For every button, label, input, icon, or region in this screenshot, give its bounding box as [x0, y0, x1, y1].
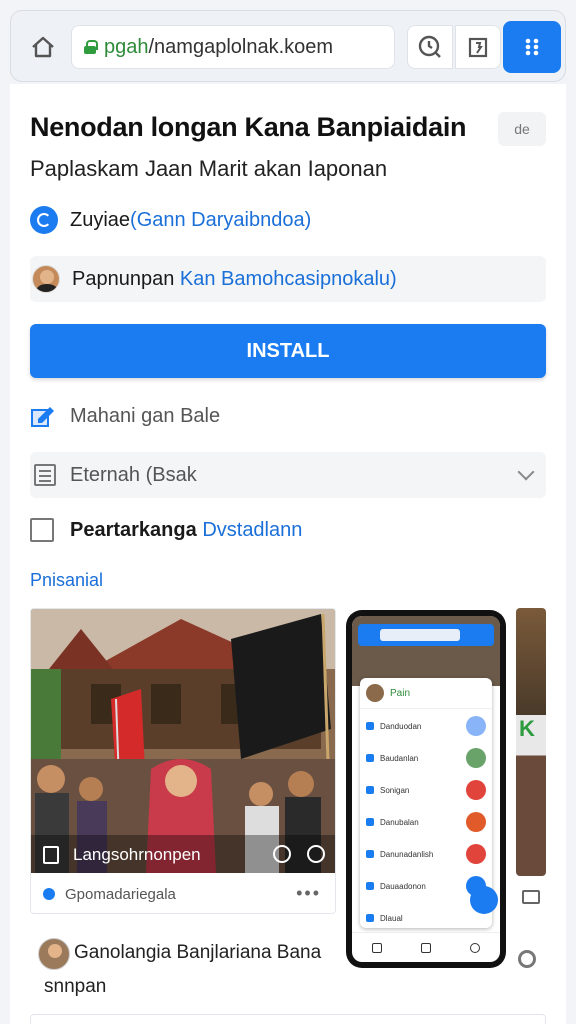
phone-item-button[interactable] — [466, 716, 486, 736]
category-select[interactable]: Eternah (Bsak — [30, 452, 546, 498]
photo-caption: Langsohrnonpen — [31, 837, 335, 873]
app-listing-card: Nenodan longan Kana Banpiaidain de Papla… — [10, 84, 566, 1024]
apps-menu-button[interactable] — [503, 21, 561, 73]
phone-app-header: Pain — [360, 678, 492, 709]
video-icon[interactable] — [522, 890, 540, 904]
agreement-link[interactable]: Dvstadlann — [202, 519, 302, 542]
phone-item-label: Sonigan — [380, 785, 410, 795]
phone-screen: Pain Danduodan Baudanlan Sonigan Danubalan D… — [352, 616, 500, 962]
screenshot-next-letter: K — [519, 716, 535, 741]
chevron-down-icon — [517, 463, 535, 481]
phone-item-icon — [366, 882, 374, 890]
share-icon[interactable] — [455, 25, 501, 69]
settings-icon[interactable] — [518, 950, 536, 968]
phone-header — [352, 616, 500, 686]
title-tag-button[interactable]: de — [498, 112, 546, 146]
phone-item-label: Dlaual — [380, 913, 403, 923]
phone-list-item[interactable]: Baudanlan — [360, 743, 492, 773]
agreement-row: Peartarkanga Dvstadlann — [30, 512, 302, 548]
photo-caption-text: Langsohrnonpen — [73, 845, 201, 864]
phone-list-item[interactable]: Danunadanlish — [360, 839, 492, 869]
phone-item-label: Danunadanlish — [380, 849, 434, 859]
phone-item-icon — [366, 818, 374, 826]
publisher-name: Papnunpan — [72, 267, 175, 290]
phone-header-text: Pain — [390, 687, 411, 699]
phone-item-icon — [366, 786, 374, 794]
agreement-checkbox[interactable] — [30, 518, 54, 542]
screenshot-source: Gpomadariegala — [65, 885, 176, 903]
phone-item-button[interactable] — [466, 844, 486, 864]
phone-item-label: Danduodan — [380, 721, 422, 731]
screenshot-phone[interactable]: Pain Danduodan Baudanlan Sonigan Danubalan D… — [346, 610, 506, 968]
home-icon[interactable] — [29, 33, 57, 61]
comment-icon[interactable] — [307, 845, 325, 863]
phone-item-label: Danubalan — [380, 817, 419, 827]
developer-link[interactable]: (Gann Daryaibndoa) — [130, 209, 311, 232]
commenter-avatar — [38, 938, 70, 970]
select-value: Eternah (Bsak — [70, 463, 197, 486]
phone-item-icon — [366, 914, 374, 922]
address-bar[interactable]: pgah/namgaplolnak.koem — [71, 25, 395, 69]
browser-toolbar: pgah/namgaplolnak.koem — [10, 10, 566, 82]
agreement-label: Peartarkanga — [70, 518, 197, 541]
more-options-icon[interactable]: ••• — [296, 883, 321, 904]
bookmark-icon[interactable] — [43, 846, 59, 864]
phone-item-button[interactable] — [466, 780, 486, 800]
phone-list-item[interactable]: Danduodan — [360, 711, 492, 741]
download-icon[interactable] — [273, 845, 291, 863]
developer-row: Zuyiae (Gann Daryaibndoa) — [30, 204, 311, 236]
phone-fab-button[interactable] — [470, 886, 498, 914]
phone-list-item[interactable]: Danubalan — [360, 807, 492, 837]
comment-row: Ganolangia Banjlariana Bana snnpan — [30, 924, 546, 1024]
community-photo — [31, 609, 335, 873]
screenshot-next[interactable] — [516, 608, 546, 876]
history-icon[interactable] — [407, 25, 453, 69]
phone-item-label: Baudanlan — [380, 753, 419, 763]
phone-avatar — [366, 684, 384, 702]
phone-item-button[interactable] — [466, 812, 486, 832]
next-card-edge — [30, 1014, 546, 1024]
page-subtitle: Paplaskam Jaan Marit akan Iaponan — [30, 156, 388, 181]
source-icon — [43, 888, 55, 900]
document-icon — [34, 464, 56, 486]
publisher-link[interactable]: Kan Bamohcasipnokalu) — [180, 268, 397, 291]
phone-url-bar — [358, 624, 494, 646]
caption-actions — [273, 845, 325, 863]
screenshots-label[interactable]: Pnisanial — [30, 570, 103, 591]
page-title: Nenodan longan Kana Banpiaidain — [30, 112, 467, 142]
install-button[interactable]: INSTALL — [30, 324, 546, 378]
review-row[interactable]: Mahani gan Bale — [30, 398, 220, 434]
developer-icon — [30, 206, 58, 234]
phone-item-label: Dauaadonon — [380, 881, 426, 891]
screenshot-main[interactable]: Langsohrnonpen Gpomadariegala ••• — [30, 608, 336, 914]
review-label: Mahani gan Bale — [70, 404, 221, 427]
url-path: /namgaplolnak.koem — [148, 35, 334, 58]
publisher-avatar — [32, 265, 60, 293]
phone-item-icon — [366, 850, 374, 858]
grid-icon — [525, 38, 539, 56]
comment-line-2: snnpan — [44, 976, 107, 997]
phone-list-item[interactable]: Sonigan — [360, 775, 492, 805]
publisher-row[interactable]: Papnunpan Kan Bamohcasipnokalu) — [30, 256, 546, 302]
phone-item-icon — [366, 722, 374, 730]
developer-name: Zuyiae — [70, 208, 131, 231]
lock-icon — [84, 40, 98, 54]
phone-item-button[interactable] — [466, 748, 486, 768]
edit-icon — [31, 407, 54, 427]
phone-item-icon — [366, 754, 374, 762]
url-domain: pgah — [104, 35, 149, 58]
comment-line-1: Ganolangia Banjlariana Bana — [74, 942, 322, 963]
screenshot-footer: Gpomadariegala ••• — [31, 873, 335, 913]
